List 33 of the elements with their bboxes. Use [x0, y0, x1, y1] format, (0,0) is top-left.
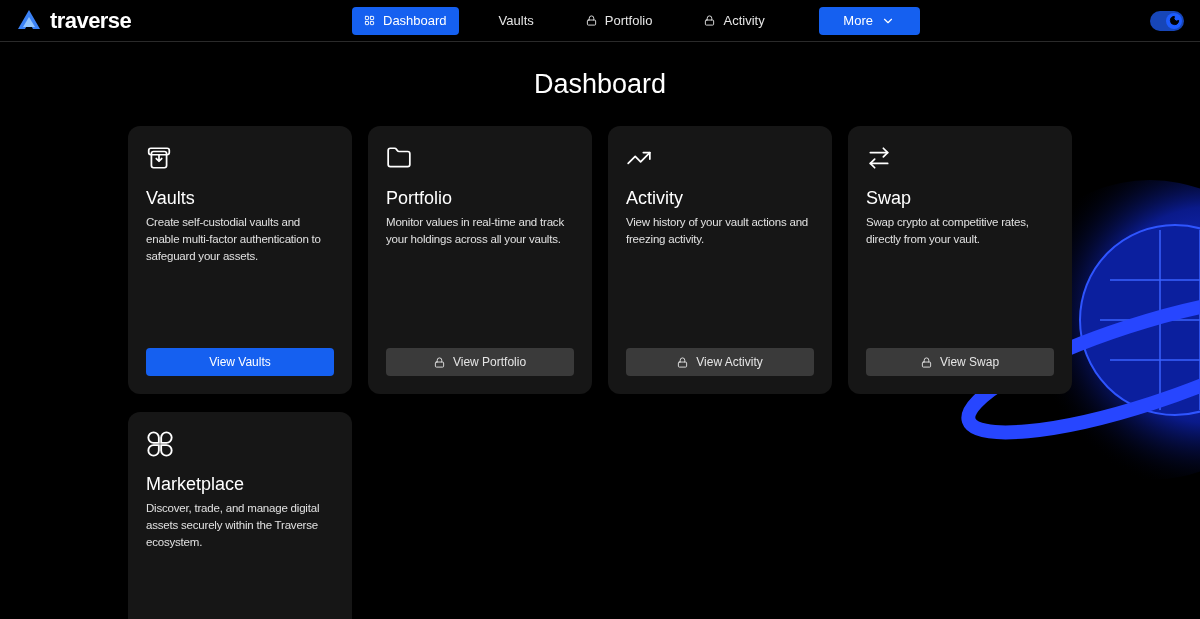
- card-button[interactable]: View Swap: [866, 348, 1054, 376]
- card-title: Activity: [626, 187, 684, 210]
- clover-icon: [146, 430, 174, 458]
- more-button[interactable]: More: [818, 6, 920, 35]
- card-title: Swap: [866, 187, 913, 210]
- nav-tab[interactable]: Vaults: [486, 6, 546, 35]
- card-description: Create self-custodial vaults and enable multi-factor authentication to safeguard your assets.: [146, 215, 322, 264]
- moon-icon: [1168, 15, 1180, 26]
- card-button[interactable]: View Activity: [626, 348, 814, 376]
- lock-icon: [704, 15, 716, 26]
- folder-icon: [386, 145, 412, 171]
- nav-tab[interactable]: Activity: [692, 6, 777, 35]
- lock-icon: [433, 356, 445, 368]
- card-description: View history of your vault actions and freezing activity.: [626, 215, 810, 247]
- card-title: Vaults: [146, 187, 196, 210]
- page-title: Dashboard: [533, 68, 667, 101]
- card-description: Swap crypto at competitive rates, directly from your vault.: [866, 215, 1030, 247]
- lock-icon: [677, 356, 689, 368]
- nav-tab[interactable]: Dashboard: [352, 6, 459, 35]
- brand-name: traverse: [50, 7, 132, 35]
- card-button[interactable]: View Portfolio: [386, 348, 574, 376]
- card-description: Discover, trade, and manage digital assets securely within the Traverse ecosystem.: [146, 501, 321, 550]
- card-title: Portfolio: [386, 187, 454, 210]
- swap-arrows-icon: [866, 145, 892, 171]
- lock-icon: [585, 15, 597, 26]
- vault-icon: [146, 145, 172, 171]
- nav-tab[interactable]: Portfolio: [573, 6, 665, 35]
- card-button[interactable]: View Vaults: [146, 348, 334, 376]
- card-title: Marketplace: [146, 473, 246, 496]
- grid-icon: [364, 15, 375, 26]
- card-description: Monitor values in real-time and track your holdings across all your vaults.: [386, 215, 565, 247]
- theme-toggle[interactable]: [1150, 10, 1184, 31]
- lock-icon: [920, 356, 932, 368]
